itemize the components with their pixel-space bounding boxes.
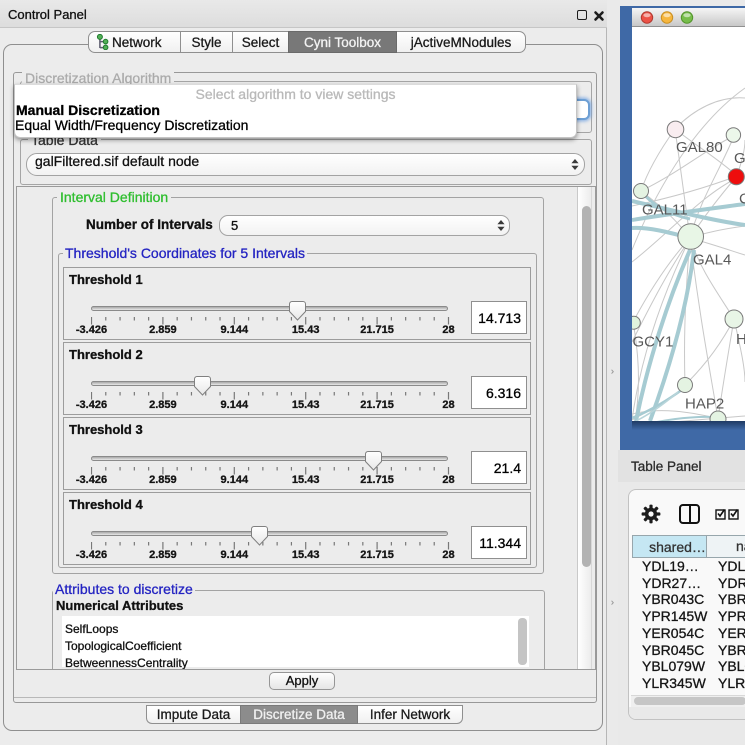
svg-text:GAL4: GAL4: [693, 252, 731, 269]
svg-text:GCY1: GCY1: [633, 334, 674, 351]
svg-text:CA: CA: [739, 191, 745, 208]
svg-text:GAL80: GAL80: [676, 139, 723, 156]
svg-text:HA: HA: [736, 331, 745, 348]
svg-text:HAP2: HAP2: [685, 396, 724, 413]
svg-text:GA: GA: [734, 150, 745, 167]
svg-text:GAL11: GAL11: [642, 202, 688, 219]
